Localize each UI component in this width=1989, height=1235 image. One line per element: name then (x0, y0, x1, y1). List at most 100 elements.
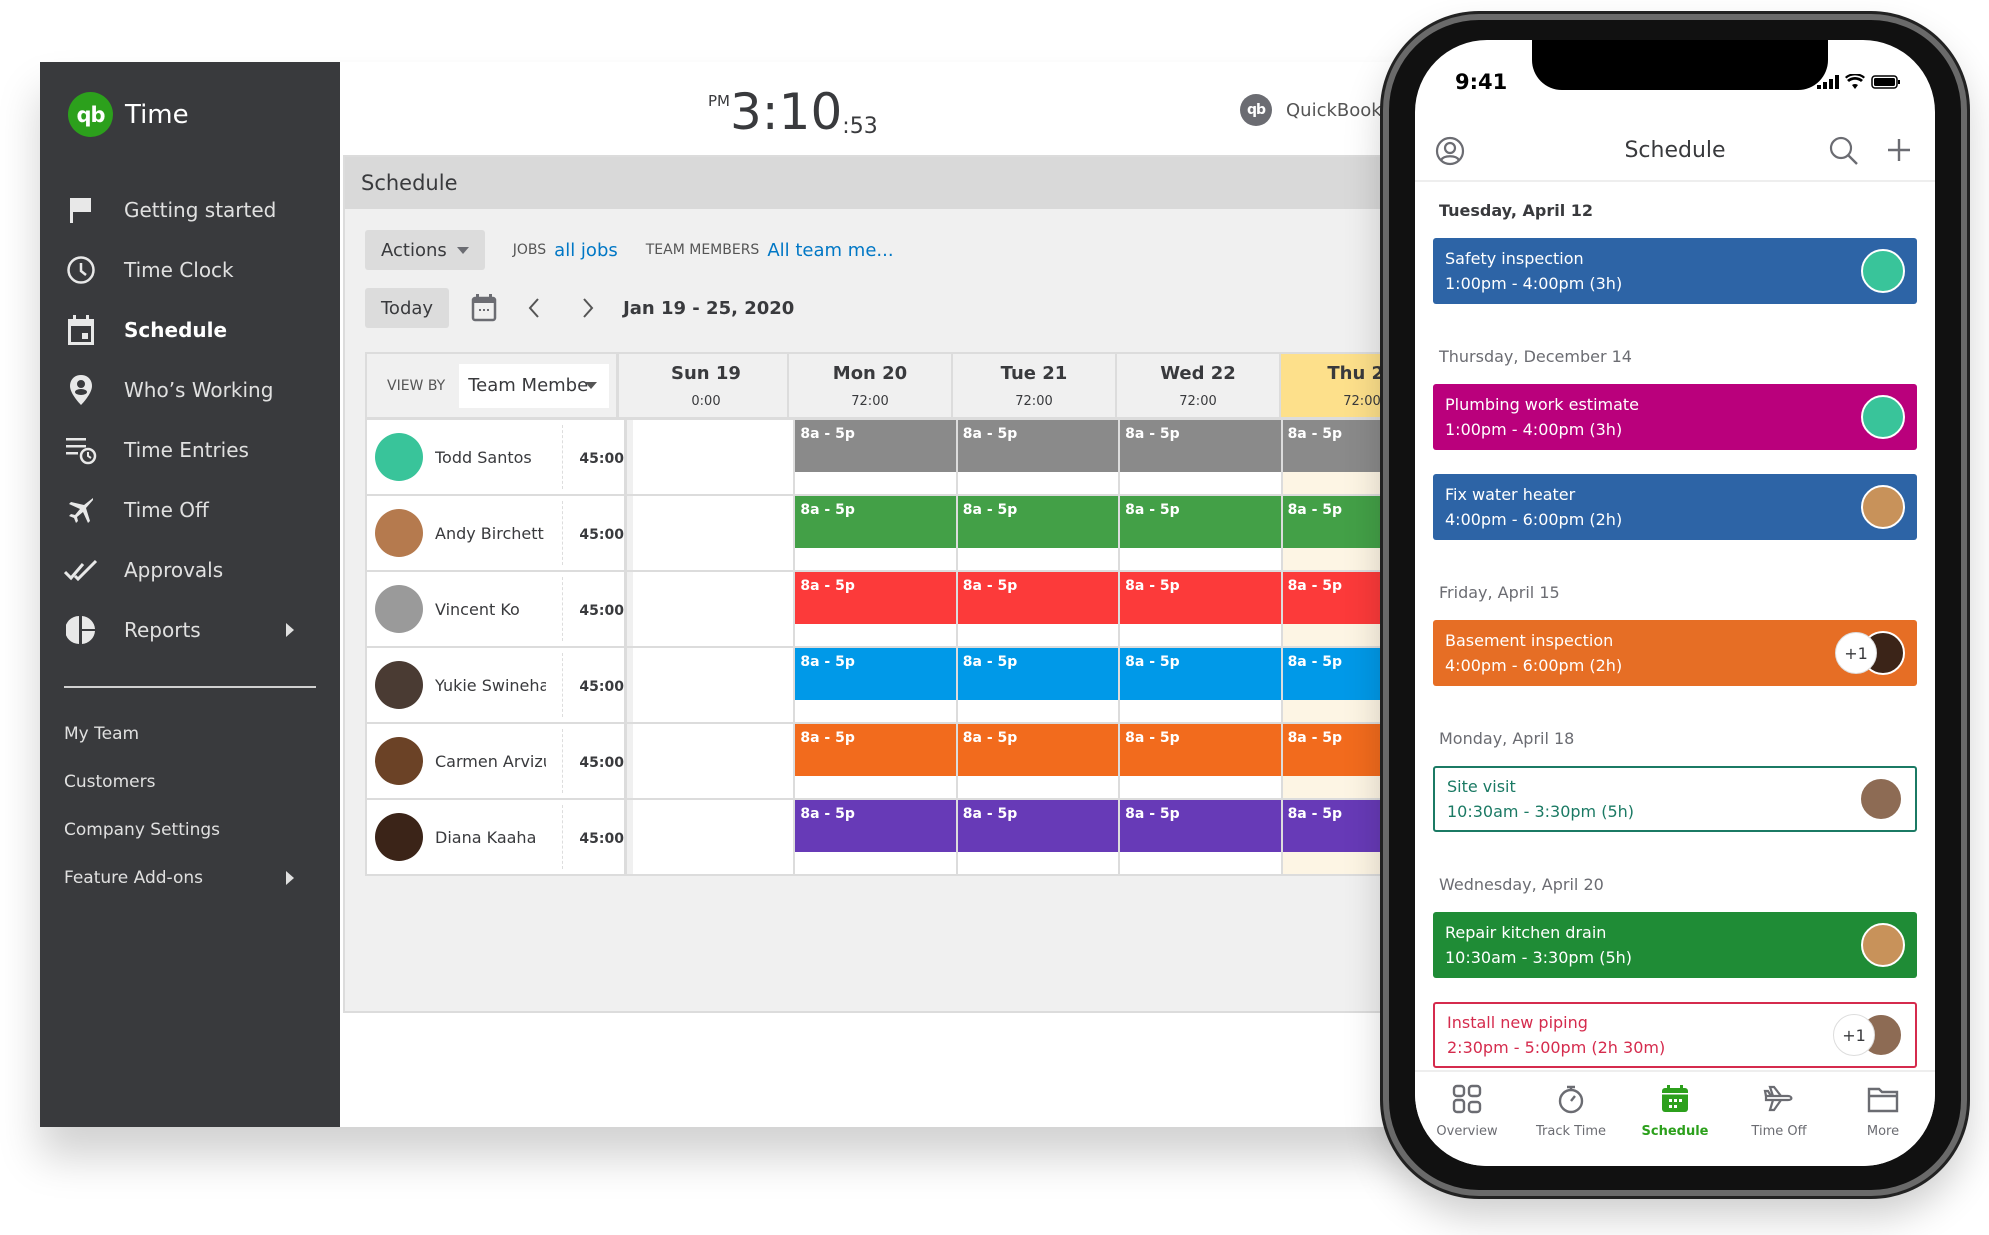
shift-block[interactable]: 8a - 5p (1120, 572, 1281, 624)
sidebar-item-approvals[interactable]: Approvals (40, 540, 340, 600)
day-column-header[interactable]: Tue 21 72:00 (953, 354, 1117, 417)
sidebar-item-schedule[interactable]: Schedule (40, 300, 340, 360)
tab-overview[interactable]: Overview (1415, 1072, 1519, 1166)
sidebar-item-whos-working[interactable]: Who’s Working (40, 360, 340, 420)
event-text: Plumbing work estimate 1:00pm - 4:00pm (… (1445, 392, 1861, 442)
event-card[interactable]: Fix water heater 4:00pm - 6:00pm (2h) (1433, 474, 1917, 540)
mobile-schedule-list[interactable]: Tuesday, April 12 Safety inspection 1:00… (1415, 182, 1935, 1070)
team-member-cell[interactable]: Carmen Arvizu 45:00 (365, 724, 627, 798)
schedule-day-cell[interactable]: 8a - 5p (957, 648, 1121, 722)
schedule-day-cell[interactable]: 8a - 5p (1120, 648, 1283, 722)
sidebar-item-customers[interactable]: Customers (40, 758, 340, 806)
day-column-header[interactable]: Wed 22 72:00 (1117, 354, 1281, 417)
shift-block[interactable]: 8a - 5p (957, 572, 1119, 624)
shift-block[interactable]: 8a - 5p (957, 496, 1119, 548)
view-by-select[interactable]: Team Membe (459, 363, 610, 408)
shift-block[interactable]: 8a - 5p (957, 420, 1119, 472)
event-card[interactable]: Plumbing work estimate 1:00pm - 4:00pm (… (1433, 384, 1917, 450)
schedule-day-cell[interactable] (632, 648, 796, 722)
day-name: Mon 20 (832, 362, 908, 384)
day-column-header[interactable]: Sun 19 0:00 (625, 354, 789, 417)
schedule-day-cell[interactable]: 8a - 5p (957, 800, 1121, 874)
schedule-day-cell[interactable]: 8a - 5p (795, 800, 958, 874)
add-icon[interactable] (1885, 136, 1913, 168)
shift-block[interactable]: 8a - 5p (795, 496, 956, 548)
extra-assignees-badge: +1 (1833, 1014, 1875, 1056)
day-total-hours: 0:00 (691, 393, 721, 409)
team-members-filter-link[interactable]: All team me... (767, 240, 893, 261)
team-member-cell[interactable]: Vincent Ko 45:00 (365, 572, 627, 646)
calendar-picker-icon[interactable] (471, 294, 497, 322)
schedule-day-cell[interactable]: 8a - 5p (957, 420, 1121, 494)
actions-dropdown[interactable]: Actions (365, 230, 485, 270)
schedule-day-cell[interactable]: 8a - 5p (1120, 496, 1283, 570)
shift-block[interactable]: 8a - 5p (795, 800, 956, 852)
schedule-day-cell[interactable]: 8a - 5p (1120, 572, 1283, 646)
sidebar-item-time-clock[interactable]: Time Clock (40, 240, 340, 300)
schedule-day-cell[interactable]: 8a - 5p (1120, 724, 1283, 798)
day-column-header[interactable]: Mon 20 72:00 (789, 354, 953, 417)
sidebar: qb Time Getting started Time Clock Sched… (40, 62, 340, 1127)
sidebar-item-time-entries[interactable]: Time Entries (40, 420, 340, 480)
shift-block[interactable]: 8a - 5p (795, 724, 956, 776)
date-section-label: Friday, April 15 (1439, 582, 1560, 602)
team-member-cell[interactable]: Andy Birchett 45:00 (365, 496, 627, 570)
calendar-icon (1660, 1084, 1690, 1118)
schedule-day-cell[interactable] (632, 420, 796, 494)
tab-schedule[interactable]: Schedule (1623, 1072, 1727, 1166)
search-icon[interactable] (1829, 136, 1859, 170)
previous-week-chevron-icon[interactable] (527, 297, 541, 319)
team-member-cell[interactable]: Todd Santos 45:00 (365, 420, 627, 494)
schedule-day-cell[interactable]: 8a - 5p (795, 648, 958, 722)
schedule-day-cell[interactable]: 8a - 5p (957, 572, 1121, 646)
schedule-day-cell[interactable] (632, 496, 796, 570)
shift-block[interactable]: 8a - 5p (957, 724, 1119, 776)
schedule-day-cell[interactable]: 8a - 5p (795, 572, 958, 646)
schedule-day-cell[interactable]: 8a - 5p (957, 724, 1121, 798)
shift-block[interactable]: 8a - 5p (795, 648, 956, 700)
shift-block[interactable]: 8a - 5p (957, 800, 1119, 852)
shift-block[interactable]: 8a - 5p (1120, 496, 1281, 548)
sidebar-item-my-team[interactable]: My Team (40, 710, 340, 758)
tab-time-off[interactable]: Time Off (1727, 1072, 1831, 1166)
shift-block[interactable]: 8a - 5p (795, 420, 956, 472)
schedule-day-cell[interactable]: 8a - 5p (795, 496, 958, 570)
date-section-label: Monday, April 18 (1439, 728, 1575, 748)
event-card[interactable]: Install new piping 2:30pm - 5:00pm (2h 3… (1433, 1002, 1917, 1068)
double-check-icon (64, 555, 98, 585)
event-card[interactable]: Safety inspection 1:00pm - 4:00pm (3h) (1433, 238, 1917, 304)
schedule-day-cell[interactable] (632, 572, 796, 646)
sidebar-item-getting-started[interactable]: Getting started (40, 180, 340, 240)
sidebar-item-feature-add-ons[interactable]: Feature Add-ons (40, 854, 340, 902)
schedule-day-cell[interactable] (632, 800, 796, 874)
team-member-cell[interactable]: Diana Kaaha 45:00 (365, 800, 627, 874)
shift-block[interactable]: 8a - 5p (1120, 800, 1281, 852)
tab-more[interactable]: More (1831, 1072, 1935, 1166)
event-card[interactable]: Site visit 10:30am - 3:30pm (5h) (1433, 766, 1917, 832)
event-text: Install new piping 2:30pm - 5:00pm (2h 3… (1447, 1010, 1859, 1060)
sidebar-item-company-settings[interactable]: Company Settings (40, 806, 340, 854)
team-member-cell[interactable]: Yukie Swinehart 45:00 (365, 648, 627, 722)
schedule-day-cell[interactable]: 8a - 5p (957, 496, 1121, 570)
schedule-day-cell[interactable]: 8a - 5p (1120, 800, 1283, 874)
tab-track-time[interactable]: Track Time (1519, 1072, 1623, 1166)
next-week-chevron-icon[interactable] (581, 297, 595, 319)
jobs-filter-link[interactable]: all jobs (554, 240, 618, 261)
schedule-day-cell[interactable]: 8a - 5p (795, 420, 958, 494)
sidebar-item-reports[interactable]: Reports (40, 600, 340, 660)
app-logo[interactable]: qb Time (68, 92, 189, 137)
shift-block[interactable]: 8a - 5p (795, 572, 956, 624)
shift-block[interactable]: 8a - 5p (1120, 420, 1281, 472)
schedule-day-cell[interactable]: 8a - 5p (795, 724, 958, 798)
shift-block[interactable]: 8a - 5p (1120, 648, 1281, 700)
event-card[interactable]: Basement inspection 4:00pm - 6:00pm (2h)… (1433, 620, 1917, 686)
schedule-day-cell[interactable]: 8a - 5p (1120, 420, 1283, 494)
schedule-day-cell[interactable] (632, 724, 796, 798)
shift-block[interactable]: 8a - 5p (1120, 724, 1281, 776)
quickbooks-brand[interactable]: qb QuickBooks (1240, 94, 1391, 126)
event-card[interactable]: Repair kitchen drain 10:30am - 3:30pm (5… (1433, 912, 1917, 978)
tab-label: More (1866, 1124, 1900, 1139)
sidebar-item-time-off[interactable]: Time Off (40, 480, 340, 540)
today-button[interactable]: Today (365, 288, 450, 328)
shift-block[interactable]: 8a - 5p (957, 648, 1119, 700)
